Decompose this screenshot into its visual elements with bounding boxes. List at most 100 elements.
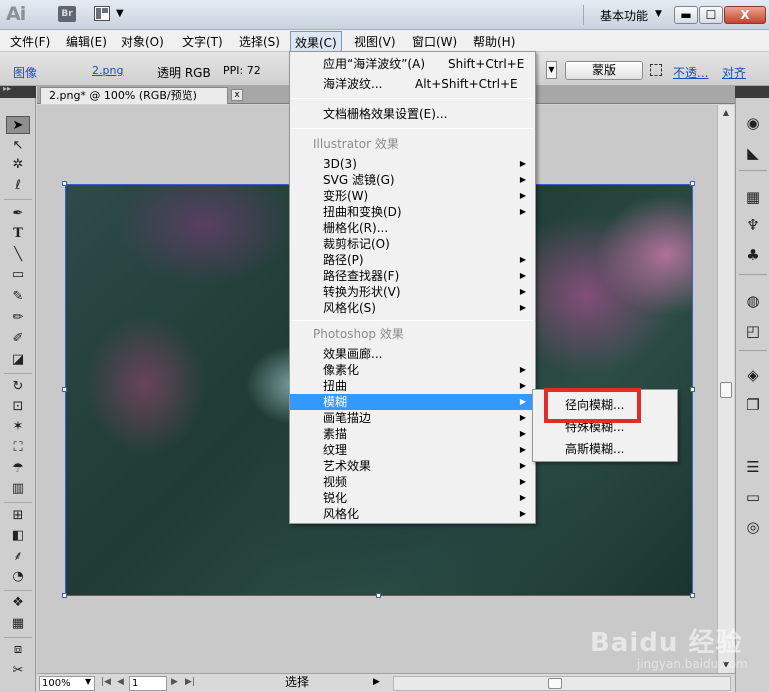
horizontal-scroll-thumb[interactable] (548, 678, 562, 689)
swatches-panel-icon[interactable]: ▦ (741, 186, 765, 208)
eraser-tool-icon[interactable]: ◪ (6, 351, 30, 369)
vertical-scrollbar[interactable]: ▲ ▼ (717, 105, 734, 673)
brushes-panel-icon[interactable]: ♆ (741, 214, 765, 236)
bounding-box-handle[interactable] (376, 593, 381, 598)
color-panel-icon[interactable]: ◉ (741, 112, 765, 134)
menu-item-sharpen[interactable]: 锐化 ▶ (290, 490, 535, 506)
rectangle-tool-icon[interactable]: ▭ (6, 266, 30, 284)
menu-item-document-raster-settings[interactable]: 文档栅格效果设置(E)... (290, 106, 535, 122)
menu-select[interactable]: 选择(S) (239, 33, 280, 50)
menu-item-effect-gallery[interactable]: 效果画廊... (290, 346, 535, 362)
menu-item-gaussian-blur[interactable]: 高斯模糊... (533, 439, 677, 459)
artboard-tool-icon[interactable]: ⧈ (6, 641, 30, 659)
transparency-panel-icon[interactable]: ◰ (741, 320, 765, 342)
collapse-icon[interactable]: ▸▸ (3, 84, 11, 93)
close-tab-button[interactable]: x (231, 89, 243, 101)
menu-item-pixelate[interactable]: 像素化 ▶ (290, 362, 535, 378)
horizontal-scrollbar[interactable] (393, 676, 731, 691)
chevron-down-icon[interactable]: ▼ (655, 9, 662, 19)
bounding-box-handle[interactable] (62, 181, 67, 186)
align-link[interactable]: 对齐 (722, 64, 746, 81)
crop-icon[interactable] (650, 64, 662, 76)
warp-tool-icon[interactable]: ✶ (6, 418, 30, 436)
menu-item-last-effect[interactable]: 海洋波纹... Alt+Shift+Ctrl+E (290, 76, 535, 92)
prev-artboard-icon[interactable]: ◀ (117, 677, 124, 687)
menu-item-sketch[interactable]: 素描 ▶ (290, 426, 535, 442)
menu-view[interactable]: 视图(V) (354, 33, 396, 50)
menu-window[interactable]: 窗口(W) (412, 33, 457, 50)
workspace-switcher[interactable]: 基本功能 (600, 7, 648, 24)
bounding-box-handle[interactable] (690, 593, 695, 598)
menu-item-texture[interactable]: 纹理 ▶ (290, 442, 535, 458)
symbol-sprayer-tool-icon[interactable]: ☂ (6, 460, 30, 478)
menu-item-brush-strokes[interactable]: 画笔描边 ▶ (290, 410, 535, 426)
image-label[interactable]: 图像 (13, 64, 37, 81)
menu-object[interactable]: 对象(O) (121, 33, 164, 50)
chevron-down-icon[interactable]: ▼ (85, 677, 91, 686)
symbol-tool-icon[interactable]: ❖ (6, 594, 30, 612)
next-artboard-icon[interactable]: ▶ (171, 677, 178, 687)
lasso-tool-icon[interactable]: ℓ (6, 177, 30, 195)
color-guide-icon[interactable]: ◣ (741, 142, 765, 164)
chevron-down-icon[interactable]: ▼ (546, 61, 557, 79)
bridge-button[interactable]: Br (58, 6, 76, 22)
pen-tool-icon[interactable]: ✒ (6, 205, 30, 223)
blob-brush-tool-icon[interactable]: ✐ (6, 330, 30, 348)
dock-header[interactable] (735, 86, 769, 98)
menu-item-distort-transform[interactable]: 扭曲和变换(D) ▶ (290, 204, 535, 220)
tools-panel-header[interactable]: ▸▸ (0, 84, 36, 98)
scale-tool-icon[interactable]: ⊡ (6, 398, 30, 416)
line-tool-icon[interactable]: ╲ (6, 246, 30, 264)
menu-item-distort[interactable]: 扭曲 ▶ (290, 378, 535, 394)
bounding-box-handle[interactable] (690, 181, 695, 186)
align-panel-icon[interactable]: ☰ (741, 456, 765, 478)
menu-help[interactable]: 帮助(H) (473, 33, 515, 50)
scroll-up-icon[interactable]: ▲ (718, 105, 734, 121)
rotate-tool-icon[interactable]: ↻ (6, 378, 30, 396)
menu-item-apply-last-effect[interactable]: 应用“海洋波纹”(A) Shift+Ctrl+E (290, 56, 535, 72)
slice-tool-icon[interactable]: ✂ (6, 662, 30, 680)
menu-item-path[interactable]: 路径(P) ▶ (290, 252, 535, 268)
layers-panel-icon[interactable]: ◈ (741, 364, 765, 386)
magic-wand-tool-icon[interactable]: ✲ (6, 156, 30, 174)
vertical-scroll-thumb[interactable] (720, 382, 732, 398)
pencil-tool-icon[interactable]: ✏ (6, 309, 30, 327)
menu-item-artistic[interactable]: 艺术效果 ▶ (290, 458, 535, 474)
free-transform-tool-icon[interactable]: ⛶ (6, 439, 30, 457)
linked-file-link[interactable]: 2.png (92, 64, 123, 77)
menu-item-stylize-photoshop[interactable]: 风格化 ▶ (290, 506, 535, 522)
blend-tool-icon[interactable]: ◔ (6, 568, 30, 586)
mesh-tool-icon[interactable]: ⊞ (6, 507, 30, 525)
first-artboard-icon[interactable]: |◀ (101, 677, 111, 687)
menu-item-rasterize[interactable]: 栅格化(R)... (290, 220, 535, 236)
gradient-tool-icon[interactable]: ◧ (6, 527, 30, 545)
menu-item-pathfinder[interactable]: 路径查找器(F) ▶ (290, 268, 535, 284)
artboards-panel-icon[interactable]: ❐ (741, 394, 765, 416)
menu-item-svg-filters[interactable]: SVG 滤镜(G) ▶ (290, 172, 535, 188)
menu-item-stylize-illustrator[interactable]: 风格化(S) ▶ (290, 300, 535, 316)
pathfinder-panel-icon[interactable]: ◎ (741, 516, 765, 538)
menu-item-3d[interactable]: 3D(3) ▶ (290, 156, 535, 172)
opacity-link[interactable]: 不透... (673, 64, 708, 81)
stroke-panel-icon[interactable]: ◍ (741, 290, 765, 312)
close-button[interactable]: X (724, 6, 766, 24)
type-tool-icon[interactable]: T (6, 225, 30, 243)
bounding-box-handle[interactable] (62, 593, 67, 598)
menu-item-crop-marks[interactable]: 裁剪标记(O) (290, 236, 535, 252)
minimize-button[interactable]: ▬ (674, 6, 698, 24)
last-artboard-icon[interactable]: ▶| (185, 677, 195, 687)
document-tab[interactable]: 2.png* @ 100% (RGB/预览) (40, 87, 228, 104)
paintbrush-tool-icon[interactable]: ✎ (6, 288, 30, 306)
current-tool-status[interactable]: 选择 (207, 676, 387, 691)
menu-type[interactable]: 文字(T) (182, 33, 223, 50)
menu-item-warp[interactable]: 变形(W) ▶ (290, 188, 535, 204)
chevron-down-icon[interactable]: ▼ (116, 8, 124, 19)
mask-button[interactable]: 蒙版 (565, 61, 643, 80)
column-graph-tool-icon[interactable]: ▥ (6, 480, 30, 498)
eyedropper-tool-icon[interactable]: ⸙ (6, 548, 30, 566)
chevron-right-icon[interactable]: ▶ (373, 677, 380, 687)
maximize-button[interactable]: ☐ (699, 6, 723, 24)
appearance-panel-icon[interactable]: ▭ (741, 486, 765, 508)
graph-tool-icon[interactable]: ▦ (6, 615, 30, 633)
bounding-box-handle[interactable] (62, 387, 67, 392)
